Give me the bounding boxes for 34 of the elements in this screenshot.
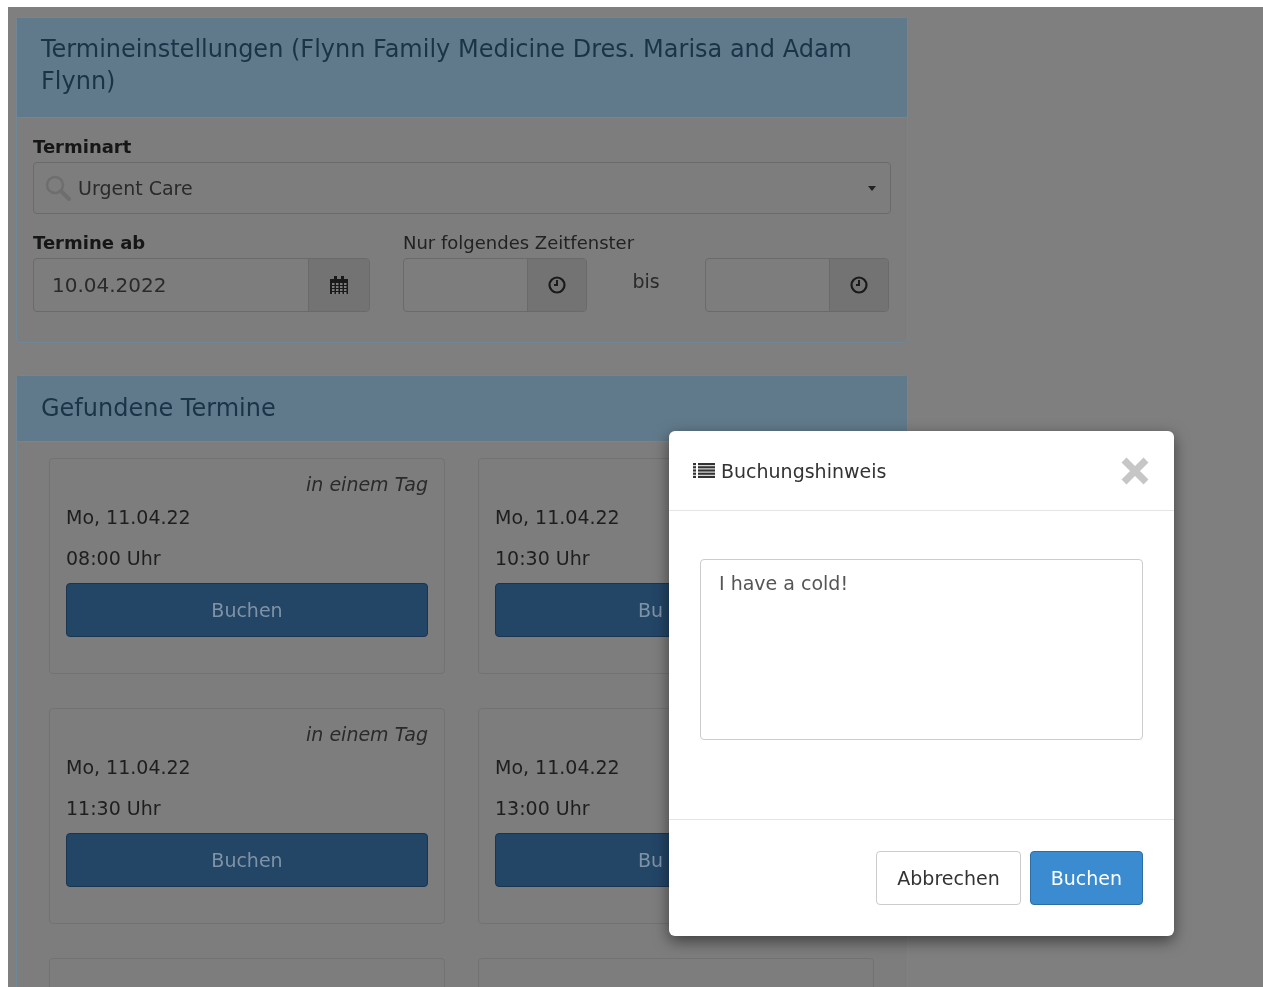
clock-button[interactable] bbox=[829, 259, 888, 311]
calendar-icon bbox=[329, 275, 349, 295]
note-field[interactable]: I have a cold! bbox=[700, 559, 1143, 740]
clock-icon bbox=[548, 276, 566, 294]
field-label: Nur folgendes Zeitfenster bbox=[403, 232, 636, 253]
field-label: Termine ab bbox=[33, 232, 147, 253]
appointment-date: Mo, 11.04.22 bbox=[66, 505, 191, 530]
appointment-date: Mo, 11.04.22 bbox=[66, 755, 191, 780]
panel-title: Termineinstellungen (Flynn Family Medicine Dres. Marisa and Adam Flynn) bbox=[41, 34, 853, 97]
field-label: Terminart bbox=[33, 136, 133, 157]
relative-day: in einem Tag bbox=[306, 723, 428, 745]
panel-title: Gefundene Termine bbox=[41, 393, 277, 424]
book-button[interactable]: Buchen bbox=[66, 833, 428, 887]
appointment-type-select[interactable]: Urgent Care bbox=[33, 162, 891, 214]
date-field[interactable]: 10.04.2022 bbox=[33, 258, 370, 312]
book-button[interactable]: Buchen bbox=[66, 583, 428, 637]
relative-day: in einem Tag bbox=[306, 473, 428, 495]
clock-icon bbox=[850, 276, 868, 294]
dialog-title: Buchungshinweis bbox=[721, 459, 888, 482]
appointment-time: 13:00 Uhr bbox=[495, 796, 590, 821]
appointment-date: Mo, 11.04.22 bbox=[495, 505, 620, 530]
clock-button[interactable] bbox=[527, 259, 586, 311]
appointment-time: 10:30 Uhr bbox=[495, 546, 590, 571]
list-icon bbox=[693, 462, 715, 479]
start-time-field[interactable] bbox=[403, 258, 587, 312]
confirm-button[interactable]: Buchen bbox=[1029, 851, 1143, 905]
end-time-field[interactable] bbox=[705, 258, 889, 312]
range-separator: bis bbox=[631, 269, 661, 292]
cancel-button[interactable]: Abbrechen bbox=[876, 851, 1021, 905]
caret-icon bbox=[868, 185, 876, 191]
calendar-button[interactable] bbox=[308, 259, 369, 311]
appointment-date: Mo, 11.04.22 bbox=[495, 755, 620, 780]
appointment-time: 11:30 Uhr bbox=[66, 796, 161, 821]
appointment-time: 08:00 Uhr bbox=[66, 546, 161, 571]
